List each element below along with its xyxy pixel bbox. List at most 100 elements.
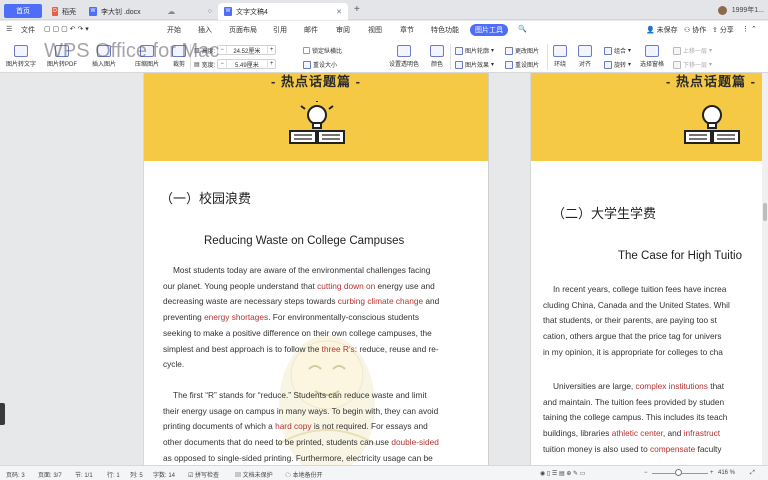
decrease-icon[interactable]: −	[218, 47, 226, 53]
document-area[interactable]: - 热点话题篇 - （一）校园浪费 Reducing Waste on Coll…	[0, 73, 768, 465]
width-value[interactable]: 5.49厘米	[225, 59, 268, 69]
up-layer-button[interactable]: 上移一层 ▾	[673, 46, 712, 55]
hamburger-icon[interactable]: ☰	[6, 25, 12, 33]
text-line[interactable]: Universities are large, complex institut…	[543, 379, 727, 395]
close-icon[interactable]: ✕	[336, 8, 342, 16]
pic-to-pdf-button[interactable]: 图片转PDF	[47, 45, 77, 68]
status-words[interactable]: 字数: 14	[153, 470, 175, 479]
view-buttons[interactable]: ◉ ▯ ☰ ▤ ⊕ ✎ ▭	[540, 470, 585, 477]
group-button[interactable]: 组合 ▾	[604, 46, 631, 55]
menu-features[interactable]: 特色功能	[431, 25, 459, 35]
backup[interactable]: ☁ 本地备份开	[285, 470, 323, 479]
account-area[interactable]: 1999年1...	[717, 3, 768, 17]
text-line[interactable]: our planet. Young people understand that…	[163, 279, 439, 295]
search-icon[interactable]: 🔍	[518, 25, 527, 33]
text-line[interactable]: In recent years, college tuition fees ha…	[543, 282, 730, 298]
text-line[interactable]: decreasing waste are necessary steps tow…	[163, 294, 439, 310]
compress-button[interactable]: 压缩图片	[135, 45, 159, 68]
text-line[interactable]: printing documents of which a hard copy …	[163, 419, 439, 435]
add-tab-icon[interactable]: +	[354, 4, 360, 15]
tab-docer[interactable]: D 稻壳	[46, 3, 82, 20]
align-button[interactable]: 对齐	[578, 45, 592, 68]
effect-button[interactable]: 图片效果 ▾	[455, 60, 494, 69]
text-line[interactable]: The first “R” stands for “reduce.” Stude…	[163, 388, 439, 404]
crop-button[interactable]: 裁剪	[172, 45, 186, 68]
text-line[interactable]: their energy usage on campus in many way…	[163, 404, 439, 420]
status-row[interactable]: 行: 1	[107, 470, 120, 479]
down-layer-button[interactable]: 下移一层 ▾	[673, 60, 712, 69]
menu-save-icon[interactable]: ▢ ▢ ▢ ↶ ↷ ▾	[44, 25, 89, 33]
menu-picture-tools[interactable]: 图片工具	[470, 24, 508, 36]
rotate-button[interactable]: 旋转 ▾	[604, 60, 631, 69]
pic-to-text-button[interactable]: 图片转文字	[6, 45, 36, 68]
menu-insert[interactable]: 插入	[198, 25, 212, 35]
page-right[interactable]: - 热点话题篇 - （二）大学生学费 The Case for High Tui…	[530, 73, 768, 465]
menu-review[interactable]: 审阅	[336, 25, 350, 35]
width-input[interactable]: −5.49厘米 +	[217, 59, 277, 69]
text-line[interactable]: in my opinion, it is appropriate for col…	[543, 345, 730, 361]
color-button[interactable]: 颜色	[430, 45, 444, 68]
zoom-level[interactable]: 416 %	[718, 470, 735, 476]
list-view-icon[interactable]: ☰	[552, 471, 557, 477]
wrap-button[interactable]: 环绕	[553, 45, 567, 68]
text-line[interactable]: cluding China, Canada and the United Sta…	[543, 298, 730, 314]
status-pages[interactable]: 页面: 3/7	[38, 470, 62, 479]
lock-ratio-checkbox[interactable]: 锁定纵横比	[303, 46, 342, 55]
text-line[interactable]: seeking to make a positive difference on…	[163, 326, 439, 342]
avatar[interactable]	[717, 5, 727, 15]
text-line[interactable]: tuition money is also used to compensate…	[543, 442, 727, 458]
tab-document-2[interactable]: W 文字文稿4 ✕	[218, 3, 348, 20]
banner-image[interactable]: - 热点话题篇 -	[144, 73, 488, 161]
fit-icon[interactable]: ⤢	[750, 470, 755, 477]
unsaved-status[interactable]: 👤 未保存	[646, 25, 678, 35]
outline-view-icon[interactable]: ▤	[559, 471, 565, 477]
text-line[interactable]: cycle.	[163, 357, 439, 373]
spell-check[interactable]: ☑ 拼写检查	[188, 470, 219, 479]
outline-button[interactable]: 图片轮廓 ▾	[455, 46, 494, 55]
menu-file[interactable]: 文件	[21, 25, 35, 35]
tab-home[interactable]: 首页	[4, 4, 42, 18]
menu-mailings[interactable]: 邮件	[304, 25, 318, 35]
text-line[interactable]: Most students today are aware of the env…	[163, 263, 439, 279]
zoom-in-icon[interactable]: +	[710, 470, 714, 476]
vertical-scrollbar[interactable]	[762, 73, 768, 465]
status-section[interactable]: 节: 1/1	[75, 470, 93, 479]
zoom-out-icon[interactable]: −	[644, 470, 648, 476]
web-view-icon[interactable]: ⊕	[566, 471, 571, 477]
more-icon[interactable]: ⋮ ⌃	[742, 25, 757, 33]
scroll-thumb[interactable]	[763, 203, 767, 221]
insert-pic-button[interactable]: 插入图片	[92, 45, 116, 68]
page-view-icon[interactable]: ▯	[547, 471, 550, 477]
text-line[interactable]: taining the college campus. This include…	[543, 410, 727, 426]
pen-icon[interactable]: ✎	[573, 471, 578, 477]
share-button[interactable]: ⇪ 分享	[712, 25, 734, 35]
text-line[interactable]: cation, others argue that the price tag …	[543, 329, 730, 345]
text-line[interactable]: simplest and best approach is to follow …	[163, 342, 439, 358]
menu-layout[interactable]: 页面布局	[229, 25, 257, 35]
reset-size-button[interactable]: 重设大小	[303, 60, 337, 69]
collab-button[interactable]: ⚇ 协作	[684, 25, 706, 35]
status-page[interactable]: 页码: 3	[6, 470, 25, 479]
text-line[interactable]: other documents that do need to be print…	[163, 435, 439, 451]
menu-home[interactable]: 开始	[167, 25, 181, 35]
decrease-icon[interactable]: −	[218, 61, 226, 67]
text-line[interactable]: that students, or their parents, are pay…	[543, 313, 730, 329]
menu-references[interactable]: 引用	[273, 25, 287, 35]
height-value[interactable]: 24.52厘米	[225, 45, 268, 55]
reset-pic-button[interactable]: 重设图片	[505, 60, 539, 69]
text-line[interactable]: preventing energy shortages. For environ…	[163, 310, 439, 326]
zoom-slider-knob[interactable]	[674, 469, 682, 476]
eye-icon[interactable]: ◉	[540, 471, 545, 477]
height-input[interactable]: −24.52厘米 +	[217, 45, 277, 55]
text-line[interactable]: as opposed to single-sided printing. Fur…	[163, 451, 439, 465]
increase-icon[interactable]: +	[268, 47, 276, 53]
banner-image[interactable]: - 热点话题篇 -	[531, 73, 768, 161]
close-icon[interactable]: ○	[208, 8, 212, 15]
increase-icon[interactable]: +	[268, 61, 276, 67]
doc-protect[interactable]: ▤ 文档未保护	[235, 470, 273, 479]
select-pane-button[interactable]: 选择窗格	[640, 45, 664, 68]
side-panel-handle[interactable]	[0, 403, 5, 425]
text-line[interactable]: and maintain. The tuition fees provided …	[543, 395, 727, 411]
tab-document-1[interactable]: W 李大钊 .docx ☁ ○	[83, 3, 218, 20]
menu-view[interactable]: 视图	[368, 25, 382, 35]
